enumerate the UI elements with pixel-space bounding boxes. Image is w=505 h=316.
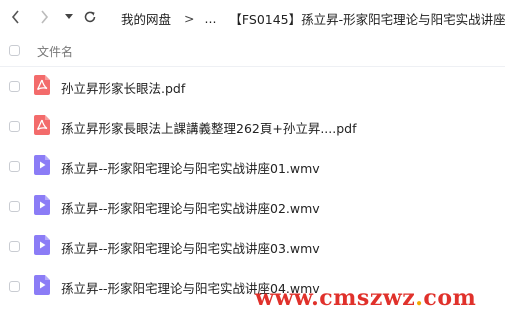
video-file-icon (34, 155, 50, 175)
chevron-right-icon (41, 10, 49, 24)
row-checkbox[interactable] (9, 241, 20, 252)
file-name[interactable]: 孙立昇形家长眼法.pdf (61, 78, 185, 97)
toolbar: 我的网盘 > ... 【FS0145】孫立昇-形家阳宅理论与阳宅实战讲座 > (0, 0, 505, 36)
pdf-file-icon (34, 75, 50, 95)
watermark-text: www.cmszwz.com (255, 285, 477, 311)
row-checkbox[interactable] (9, 121, 20, 132)
forward-button[interactable] (36, 6, 52, 28)
video-file-icon (34, 275, 50, 295)
file-name[interactable]: 孫立昇--形家阳宅理论与阳宅实战讲座02.wmv (61, 198, 320, 217)
refresh-icon (84, 11, 96, 23)
file-name[interactable]: 孫立昇--形家阳宅理论与阳宅实战讲座03.wmv (61, 238, 320, 257)
history-dropdown[interactable] (63, 6, 75, 28)
breadcrumb-item-home[interactable]: 我的网盘 (121, 9, 171, 28)
column-header-filename[interactable]: 文件名 (37, 43, 73, 60)
caret-down-icon (65, 14, 73, 19)
chevron-left-icon (11, 10, 19, 24)
video-file-icon (34, 195, 50, 215)
file-name[interactable]: 孫立昇形家長眼法上課講義整理262頁+孙立昇....pdf (61, 118, 357, 137)
back-button[interactable] (8, 6, 24, 28)
file-row[interactable]: 孫立昇--形家阳宅理论与阳宅实战讲座03.wmv (0, 227, 505, 267)
file-row[interactable]: 孫立昇--形家阳宅理论与阳宅实战讲座01.wmv (0, 147, 505, 187)
row-checkbox[interactable] (9, 201, 20, 212)
breadcrumb: 我的网盘 > ... 【FS0145】孫立昇-形家阳宅理论与阳宅实战讲座 > (121, 9, 505, 28)
row-checkbox[interactable] (9, 281, 20, 292)
row-checkbox[interactable] (9, 81, 20, 92)
row-checkbox[interactable] (9, 161, 20, 172)
pdf-file-icon (34, 115, 50, 135)
file-row[interactable]: 孫立昇形家長眼法上課講義整理262頁+孙立昇....pdf (0, 107, 505, 147)
file-name[interactable]: 孫立昇--形家阳宅理论与阳宅实战讲座01.wmv (61, 158, 320, 177)
refresh-button[interactable] (81, 6, 99, 28)
breadcrumb-separator: > (184, 11, 195, 26)
breadcrumb-item-ellipsis[interactable]: ... (205, 11, 217, 26)
breadcrumb-item-current[interactable]: 【FS0145】孫立昇-形家阳宅理论与阳宅实战讲座 (229, 9, 505, 28)
list-header: 文件名 (0, 36, 505, 67)
file-row[interactable]: 孙立昇形家长眼法.pdf (0, 67, 505, 107)
video-file-icon (34, 235, 50, 255)
select-all-checkbox[interactable] (9, 45, 20, 56)
file-row[interactable]: 孫立昇--形家阳宅理论与阳宅实战讲座02.wmv (0, 187, 505, 227)
